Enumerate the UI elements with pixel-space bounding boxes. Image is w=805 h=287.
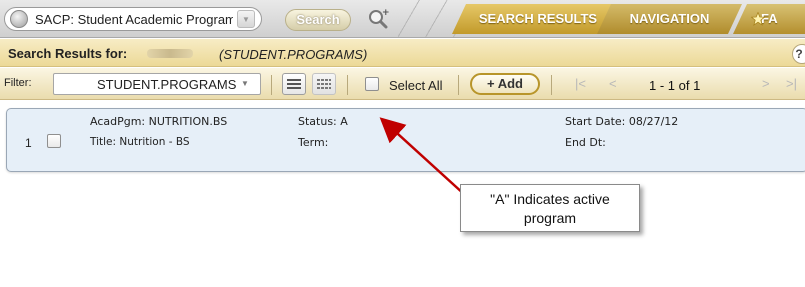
list-view-button[interactable]	[282, 73, 306, 95]
list-view-icon	[287, 79, 301, 89]
svg-text:+: +	[382, 8, 390, 18]
file-name: (STUDENT.PROGRAMS)	[219, 47, 368, 62]
page-range: 1 - 1 of 1	[649, 78, 701, 93]
add-button[interactable]: + Add	[470, 73, 540, 95]
help-icon[interactable]: ?	[792, 44, 805, 64]
program-title: Title: Nutrition - BS	[90, 136, 190, 148]
annotation-callout: "A" Indicates active program	[460, 184, 640, 232]
end-date: End Dt:	[565, 136, 606, 149]
page-title: Search Results for:	[8, 46, 128, 61]
search-input[interactable]: SACP: Student Academic Program	[35, 12, 233, 27]
tab-navigation[interactable]: NAVIGATION	[597, 4, 742, 34]
annotation-line-2: program	[523, 210, 577, 226]
last-page-icon[interactable]: >|	[786, 76, 797, 91]
top-bar: SACP: Student Academic Program ▼ Search …	[0, 0, 805, 38]
filter-dropdown[interactable]: STUDENT.PROGRAMS ▼	[53, 73, 261, 95]
first-page-icon[interactable]: |<	[575, 76, 586, 91]
next-page-icon[interactable]: >	[762, 76, 770, 91]
program-term: Term:	[298, 136, 329, 149]
results-header: Search Results for: (STUDENT.PROGRAMS) ?	[0, 39, 805, 67]
search-button[interactable]: Search	[285, 9, 351, 31]
tab-search-results[interactable]: SEARCH RESULTS	[452, 4, 624, 34]
divider	[551, 75, 552, 95]
star-icon	[751, 12, 765, 26]
row-number: 1	[25, 136, 32, 150]
tab-favorites[interactable]: FA	[733, 4, 805, 34]
grid-view-icon	[317, 79, 331, 89]
filter-label: Filter:	[4, 77, 32, 89]
previous-page-icon[interactable]: <	[609, 76, 617, 91]
grid-view-button[interactable]	[312, 73, 336, 95]
row-checkbox[interactable]	[47, 134, 61, 148]
annotation-line-1: "A" Indicates active	[490, 191, 610, 207]
app-logo-icon	[10, 10, 28, 28]
filter-value: STUDENT.PROGRAMS	[97, 77, 237, 92]
start-date: Start Date: 08/27/12	[565, 115, 679, 128]
program-status: Status: A	[298, 115, 348, 128]
select-all-label[interactable]: Select All	[389, 78, 442, 93]
select-all-checkbox[interactable]	[365, 77, 379, 91]
advanced-search-icon[interactable]: +	[366, 7, 392, 31]
divider	[458, 75, 459, 95]
divider	[271, 75, 272, 95]
acad-program: AcadPgm: NUTRITION.BS	[90, 115, 228, 128]
chevron-down-icon[interactable]: ▼	[237, 10, 255, 28]
record-search-box[interactable]: SACP: Student Academic Program ▼	[4, 7, 262, 31]
divider	[347, 75, 348, 95]
redacted-person-id	[147, 49, 193, 58]
chevron-down-icon: ▼	[241, 79, 249, 88]
